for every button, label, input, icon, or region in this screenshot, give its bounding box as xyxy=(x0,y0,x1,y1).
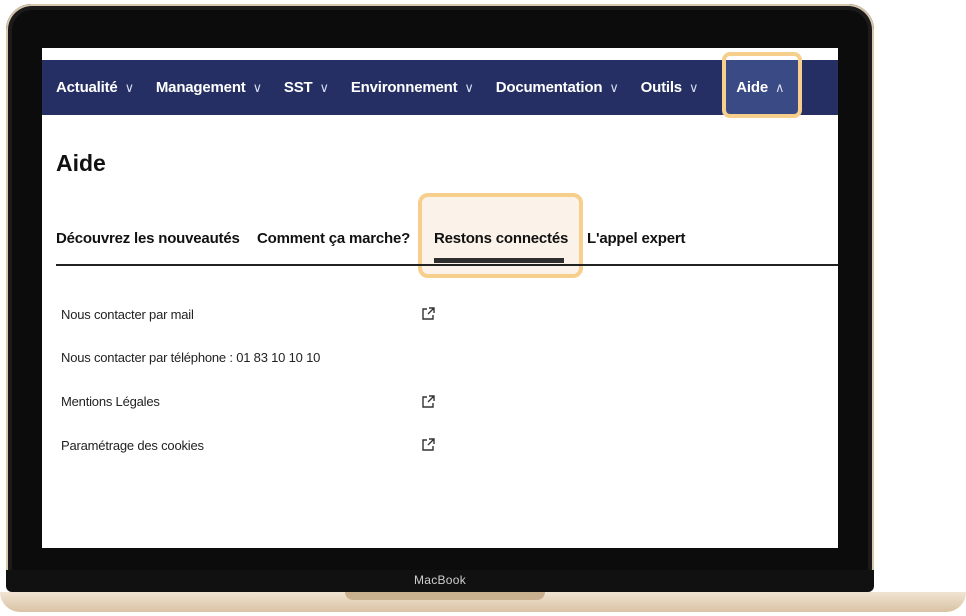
nav-item-management[interactable]: Management ∨ xyxy=(156,79,262,96)
laptop-screen: Actualité ∨ Management ∨ SST ∨ Environne… xyxy=(42,48,838,548)
nav-item-sst[interactable]: SST ∨ xyxy=(284,79,329,96)
nav-item-label: Environnement xyxy=(350,79,458,96)
laptop-brand-label: MacBook xyxy=(413,573,467,587)
tab-decouvrez-les-nouveautes[interactable]: Découvrez les nouveautés xyxy=(56,230,240,247)
contact-mail-link[interactable]: Nous contacter par mail xyxy=(61,307,194,322)
chevron-down-icon: ∨ xyxy=(252,79,263,95)
external-link-icon[interactable] xyxy=(420,437,436,453)
top-navigation: Actualité ∨ Management ∨ SST ∨ Environne… xyxy=(42,60,838,115)
cookie-settings-link[interactable]: Paramétrage des cookies xyxy=(61,438,204,453)
page-title: Aide xyxy=(56,150,106,176)
nav-item-aide[interactable]: Aide ∧ xyxy=(722,60,799,115)
active-tab-underline xyxy=(434,258,564,263)
chevron-up-icon: ∧ xyxy=(775,79,785,95)
nav-item-documentation[interactable]: Documentation ∨ xyxy=(496,79,619,96)
nav-item-label: Documentation xyxy=(495,79,603,96)
contact-phone-text: Nous contacter par téléphone : 01 83 10 … xyxy=(61,350,321,365)
nav-item-label: Management xyxy=(155,79,246,96)
laptop-base-notch xyxy=(345,592,545,600)
chevron-down-icon: ∨ xyxy=(124,79,135,95)
nav-item-label: Outils xyxy=(640,79,683,96)
nav-item-label: Actualité xyxy=(56,79,118,96)
tab-comment-ca-marche[interactable]: Comment ça marche? xyxy=(257,230,410,247)
tab-restons-connectes[interactable]: Restons connectés xyxy=(434,230,568,247)
external-link-icon[interactable] xyxy=(420,306,436,322)
chevron-down-icon: ∨ xyxy=(464,79,474,95)
mentions-legales-link[interactable]: Mentions Légales xyxy=(61,394,160,409)
chevron-down-icon: ∨ xyxy=(609,79,619,95)
tab-appel-expert[interactable]: L'appel expert xyxy=(587,230,685,247)
chevron-down-icon: ∨ xyxy=(319,79,329,95)
chevron-down-icon: ∨ xyxy=(688,79,699,95)
nav-item-outils[interactable]: Outils ∨ xyxy=(641,79,699,96)
nav-item-label: Aide xyxy=(736,79,768,96)
external-link-icon[interactable] xyxy=(420,394,436,410)
nav-item-environnement[interactable]: Environnement ∨ xyxy=(351,79,474,96)
nav-item-actualite[interactable]: Actualité ∨ xyxy=(56,79,134,96)
nav-item-label: SST xyxy=(283,79,313,96)
